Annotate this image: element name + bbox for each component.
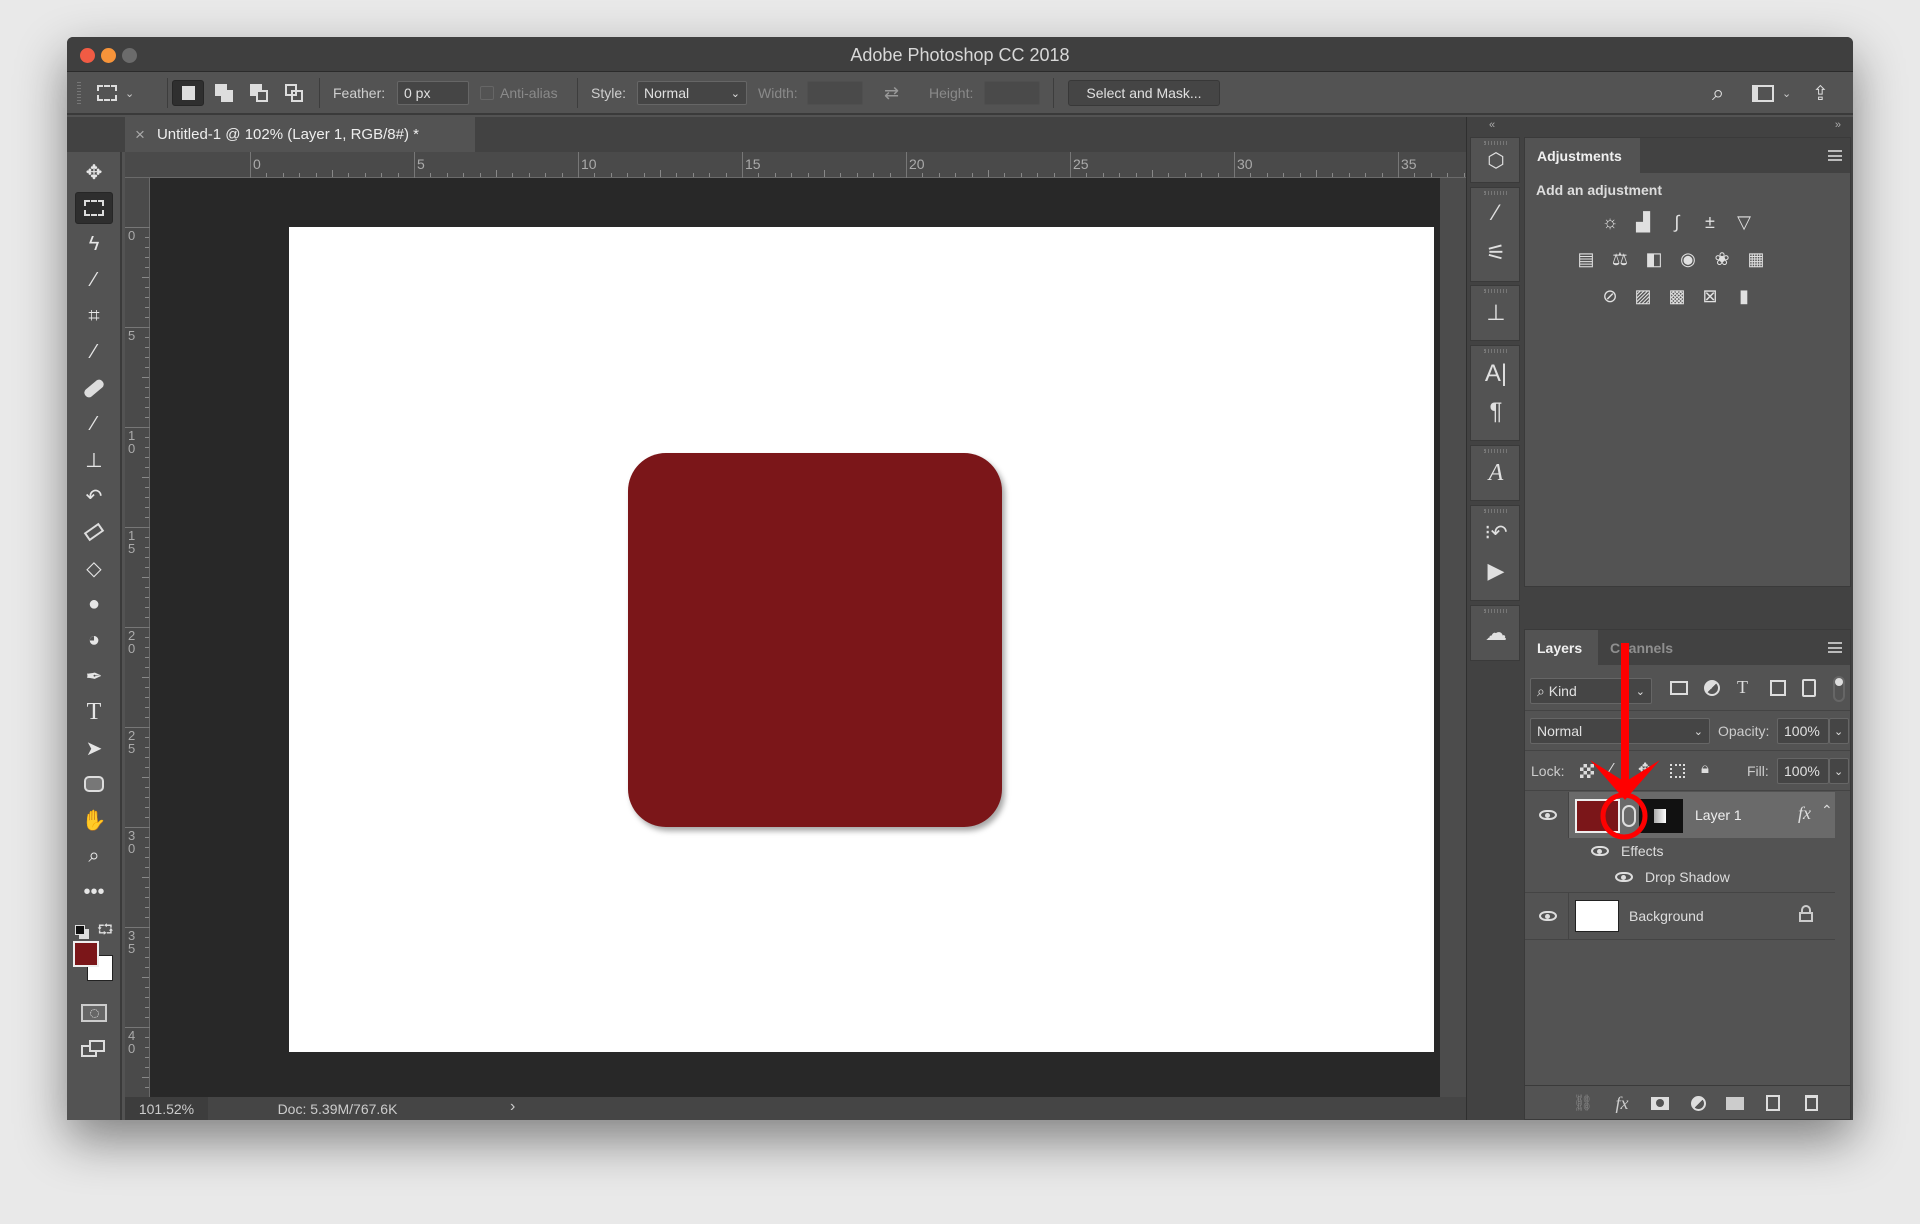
annotation-highlight-circle <box>1600 792 1648 840</box>
annotation-overlay <box>1590 643 1660 840</box>
